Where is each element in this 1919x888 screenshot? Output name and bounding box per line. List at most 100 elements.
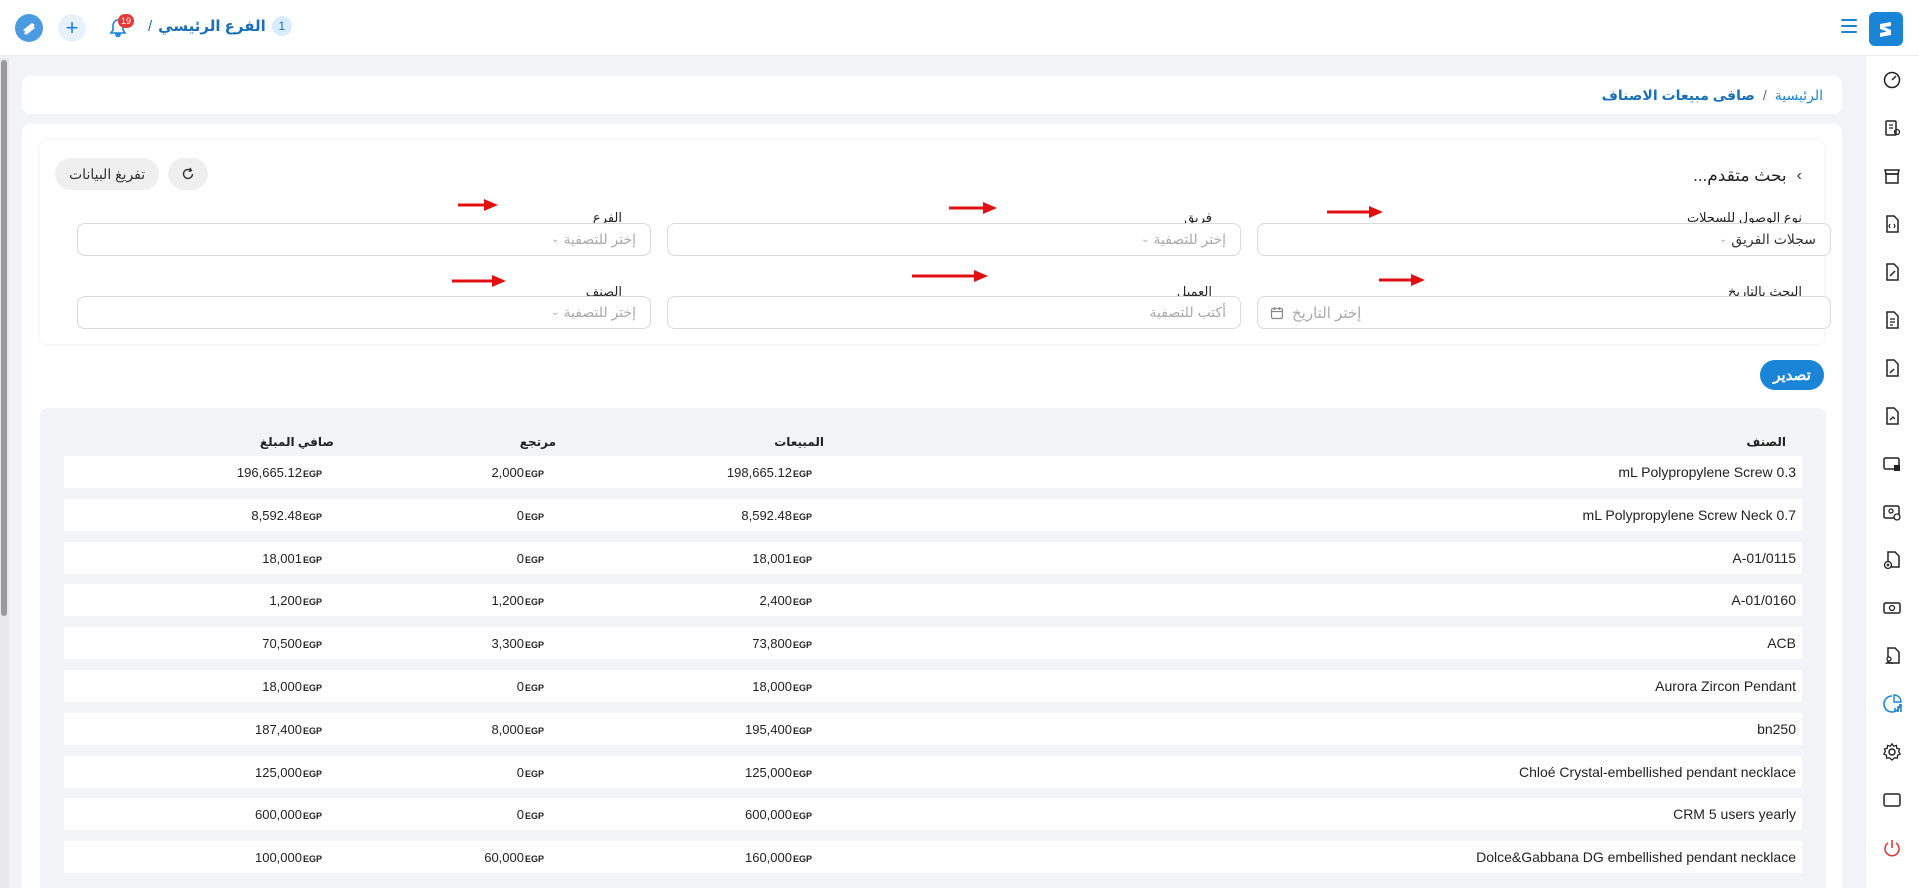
table-row[interactable]: bn250 195,400EGP 8,000EGP 187,400EGP <box>64 712 1802 745</box>
cell-item: mL Polypropylene Screw Neck 0.7 <box>1582 506 1796 523</box>
cell-sales: 198,665.12EGP <box>727 464 812 480</box>
cell-net: 125,000EGP <box>255 764 322 780</box>
company-logo-icon[interactable] <box>15 14 43 42</box>
currency-label: EGP <box>302 597 322 608</box>
chevron-down-icon: ⌄ <box>1718 234 1728 245</box>
cell-sales: 73,800EGP <box>752 635 812 651</box>
currency-label: EGP <box>524 683 544 693</box>
add-new-button[interactable]: + <box>58 14 86 42</box>
calendar-icon <box>1270 306 1284 319</box>
advanced-search-title: بحث متقدم... <box>1693 166 1787 185</box>
cell-item: A-01/0160 <box>1731 592 1796 609</box>
cell-sales-value: 198,665.12 <box>726 465 792 480</box>
breadcrumb: الرئيسية / صافى مبيعات الاصناف <box>22 76 1842 114</box>
annotation-arrow-icon <box>452 275 506 287</box>
cell-sales: 8,592.48EGP <box>741 507 812 523</box>
table-row[interactable]: A-01/0115 18,001EGP 0EGP 18,001EGP <box>64 541 1802 574</box>
currency-label: EGP <box>302 768 322 779</box>
cell-sales-value: 18,001 <box>752 550 792 566</box>
currency-label: EGP <box>524 854 544 865</box>
cell-sales-value: 600,000 <box>744 807 792 823</box>
cell-returns: 2,000EGP <box>491 464 544 480</box>
cell-sales-value: 160,000 <box>744 850 792 866</box>
table-row[interactable]: Aurora Zircon Pendant 18,000EGP 0EGP 18,000… <box>64 670 1802 702</box>
export-button[interactable]: تصدير <box>1760 360 1824 390</box>
currency-label: EGP <box>524 640 544 651</box>
cell-sales-value: 73,800 <box>752 636 792 652</box>
app-logo-icon[interactable] <box>1869 12 1903 46</box>
cell-sales: 160,000EGP <box>745 849 812 865</box>
access-type-select[interactable]: سجلات الفريق ⌄ <box>1257 223 1831 256</box>
cell-net-value: 18,000 <box>262 679 302 694</box>
customer-input[interactable]: أكتب للتصفية <box>667 296 1241 329</box>
cell-returns-value: 0 <box>516 764 524 780</box>
page-scrollbar[interactable] <box>0 58 9 888</box>
cell-returns-value: 1,200 <box>491 593 524 609</box>
dashboard-gauge-icon[interactable] <box>1880 68 1904 92</box>
table-row[interactable]: mL Polypropylene Screw Neck 0.7 8,592.48E… <box>64 498 1802 531</box>
user-document-icon[interactable] <box>1880 644 1904 668</box>
branch-select[interactable]: إختر للتصفية ⌄ <box>77 223 651 256</box>
advanced-search-toggle[interactable]: › بحث متقدم... <box>1693 166 1802 186</box>
branch-selector[interactable]: 1 الفرع الرئيسي / <box>148 16 292 36</box>
document-pen-icon[interactable] <box>1880 356 1904 380</box>
reports-chart-icon[interactable] <box>1880 692 1904 716</box>
table-row[interactable]: Dolce&Gabbana DG embellished pendant nec… <box>64 841 1802 874</box>
date-picker-input[interactable]: إختر التاريخ <box>1257 296 1831 329</box>
cell-item: Aurora Zircon Pendant <box>1655 678 1796 694</box>
money-icon[interactable] <box>1880 596 1904 620</box>
clear-data-button[interactable]: تفريغ البيانات <box>55 158 160 190</box>
currency-label: EGP <box>792 725 812 736</box>
document-edit-icon[interactable] <box>1880 260 1904 284</box>
table-row[interactable]: mL Polypropylene Screw 0.3 198,665.12EGP 2… <box>64 456 1802 488</box>
currency-label: EGP <box>524 469 544 479</box>
currency-label: EGP <box>792 511 812 522</box>
cell-returns: 1,200EGP <box>491 592 544 608</box>
cell-returns-value: 0 <box>516 550 524 566</box>
document-lines-icon[interactable] <box>1880 308 1904 332</box>
currency-label: EGP <box>302 725 322 736</box>
cell-returns: 0EGP <box>517 764 544 780</box>
annotation-arrow-icon <box>458 199 498 211</box>
window-icon[interactable] <box>1880 788 1904 812</box>
cell-returns: 60,000EGP <box>484 849 544 865</box>
invoice-icon[interactable] <box>1880 116 1904 140</box>
cell-item: CRM 5 users yearly <box>1673 806 1796 823</box>
document-code-icon[interactable] <box>1880 212 1904 236</box>
cell-net: 600,000EGP <box>255 806 322 822</box>
refresh-button[interactable] <box>168 158 208 190</box>
table-row[interactable]: CRM 5 users yearly 600,000EGP 0EGP 600,000E… <box>64 798 1802 831</box>
item-select[interactable]: إختر للتصفية ⌄ <box>77 296 651 329</box>
cell-sales-value: 2,400 <box>759 593 792 609</box>
currency-label: EGP <box>792 683 812 693</box>
table-row[interactable]: Chloé Crystal-embellished pendant neckla… <box>64 755 1802 788</box>
cell-net: 18,000EGP <box>262 678 322 694</box>
page-scrollbar-thumb[interactable] <box>1 60 7 616</box>
cell-sales: 2,400EGP <box>759 592 812 608</box>
team-select[interactable]: إختر للتصفية ⌄ <box>667 223 1241 256</box>
currency-label: EGP <box>524 597 544 608</box>
branch-placeholder: إختر للتصفية <box>563 231 636 247</box>
monitor-icon[interactable] <box>1880 452 1904 476</box>
cell-sales-value: 8,592.48 <box>741 507 792 523</box>
currency-label: EGP <box>302 554 322 565</box>
logout-power-icon[interactable] <box>1880 836 1904 860</box>
add-document-icon[interactable] <box>1880 548 1904 572</box>
cell-net: 196,665.12EGP <box>237 464 322 480</box>
table-row[interactable]: A-01/0160 2,400EGP 1,200EGP 1,200EGP <box>64 584 1802 617</box>
notification-count-badge: 19 <box>118 14 135 28</box>
column-header-sales: المبيعات <box>774 435 824 449</box>
currency-label: EGP <box>792 768 812 779</box>
chevron-down-icon: ⌄ <box>1141 234 1150 245</box>
document-sign-icon[interactable] <box>1880 404 1904 428</box>
currency-label: EGP <box>524 811 544 822</box>
annotation-arrow-icon <box>1379 274 1425 286</box>
store-icon[interactable] <box>1880 164 1904 188</box>
breadcrumb-home-link[interactable]: الرئيسية <box>1775 87 1823 104</box>
user-card-icon[interactable] <box>1880 500 1904 524</box>
currency-label: EGP <box>792 811 812 822</box>
menu-toggle-icon[interactable] <box>1841 19 1857 35</box>
table-row[interactable]: ACB 73,800EGP 3,300EGP 70,500EGP <box>64 627 1802 660</box>
settings-gear-icon[interactable] <box>1880 740 1904 764</box>
cell-returns-value: 8,000 <box>491 721 524 737</box>
